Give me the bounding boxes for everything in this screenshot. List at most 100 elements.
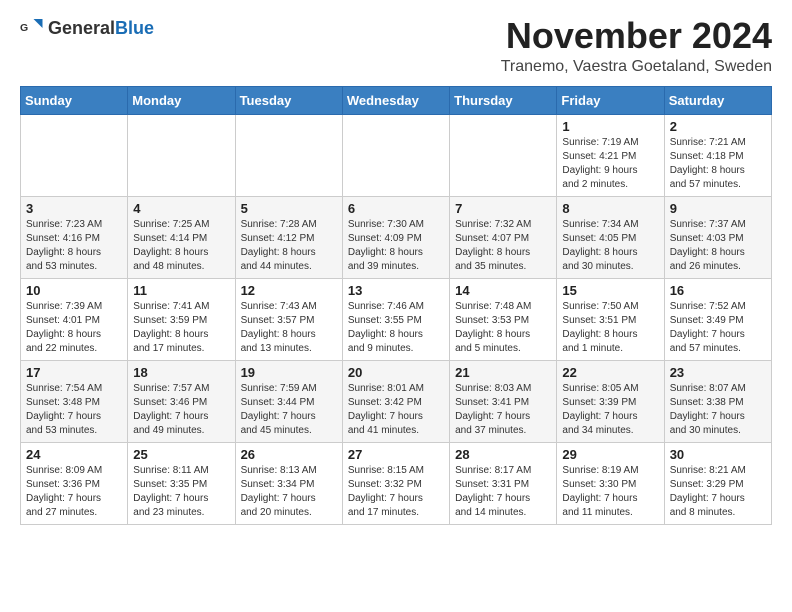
- week-row-4: 17 Sunrise: 7:54 AM Sunset: 3:48 PM Dayli…: [21, 360, 772, 442]
- day-number: 19: [241, 365, 337, 380]
- week-row-3: 10 Sunrise: 7:39 AM Sunset: 4:01 PM Dayli…: [21, 278, 772, 360]
- day-number: 9: [670, 201, 766, 216]
- day-info: Sunrise: 8:13 AM Sunset: 3:34 PM Dayligh…: [241, 464, 337, 520]
- day-cell: 4Sunrise: 7:25 AM Sunset: 4:14 PM Daylig…: [128, 196, 235, 278]
- title-area: November 2024 Tranemo, Vaestra Goetaland…: [501, 16, 772, 76]
- col-thursday: Thursday: [450, 86, 557, 114]
- day-cell: 6Sunrise: 7:30 AM Sunset: 4:09 PM Daylig…: [342, 196, 449, 278]
- day-cell: 1 Sunrise: 7:19 AM Sunset: 4:21 PM Daylig…: [557, 114, 664, 196]
- day-number: 18: [133, 365, 229, 380]
- day-cell: 9 Sunrise: 7:37 AM Sunset: 4:03 PM Daylig…: [664, 196, 771, 278]
- calendar-header: Sunday Monday Tuesday Wednesday Thursday…: [21, 86, 772, 114]
- col-tuesday: Tuesday: [235, 86, 342, 114]
- day-cell: 15 Sunrise: 7:50 AM Sunset: 3:51 PM Dayli…: [557, 278, 664, 360]
- weekday-row: Sunday Monday Tuesday Wednesday Thursday…: [21, 86, 772, 114]
- day-number: 12: [241, 283, 337, 298]
- day-cell: 13 Sunrise: 7:46 AM Sunset: 3:55 PM Dayli…: [342, 278, 449, 360]
- day-cell: 18Sunrise: 7:57 AM Sunset: 3:46 PM Dayli…: [128, 360, 235, 442]
- day-cell: 8Sunrise: 7:34 AM Sunset: 4:05 PM Daylig…: [557, 196, 664, 278]
- week-row-5: 24Sunrise: 8:09 AM Sunset: 3:36 PM Dayli…: [21, 442, 772, 524]
- day-number: 13: [348, 283, 444, 298]
- day-cell: 25 Sunrise: 8:11 AM Sunset: 3:35 PM Dayli…: [128, 442, 235, 524]
- header: G GeneralBlue November 2024 Tranemo, Vae…: [20, 16, 772, 76]
- day-number: 3: [26, 201, 122, 216]
- day-info: Sunrise: 8:19 AM Sunset: 3:30 PM Dayligh…: [562, 464, 658, 520]
- day-info: Sunrise: 8:15 AM Sunset: 3:32 PM Dayligh…: [348, 464, 444, 520]
- day-info: Sunrise: 8:17 AM Sunset: 3:31 PM Dayligh…: [455, 464, 551, 520]
- day-number: 1: [562, 119, 658, 134]
- day-number: 10: [26, 283, 122, 298]
- day-info: Sunrise: 7:39 AM Sunset: 4:01 PM Dayligh…: [26, 300, 122, 356]
- day-number: 21: [455, 365, 551, 380]
- col-monday: Monday: [128, 86, 235, 114]
- day-info: Sunrise: 8:01 AM Sunset: 3:42 PM Dayligh…: [348, 382, 444, 438]
- week-row-2: 3 Sunrise: 7:23 AM Sunset: 4:16 PM Daylig…: [21, 196, 772, 278]
- day-info: Sunrise: 7:30 AM Sunset: 4:09 PM Dayligh…: [348, 218, 444, 274]
- day-info: Sunrise: 7:46 AM Sunset: 3:55 PM Dayligh…: [348, 300, 444, 356]
- day-info: Sunrise: 8:07 AM Sunset: 3:38 PM Dayligh…: [670, 382, 766, 438]
- day-number: 29: [562, 447, 658, 462]
- day-info: Sunrise: 7:25 AM Sunset: 4:14 PM Dayligh…: [133, 218, 229, 274]
- day-info: Sunrise: 7:19 AM Sunset: 4:21 PM Dayligh…: [562, 136, 658, 192]
- day-cell: [342, 114, 449, 196]
- calendar-subtitle: Tranemo, Vaestra Goetaland, Sweden: [501, 58, 772, 76]
- day-number: 23: [670, 365, 766, 380]
- day-cell: 10 Sunrise: 7:39 AM Sunset: 4:01 PM Dayli…: [21, 278, 128, 360]
- day-cell: 24Sunrise: 8:09 AM Sunset: 3:36 PM Dayli…: [21, 442, 128, 524]
- day-number: 30: [670, 447, 766, 462]
- day-info: Sunrise: 7:37 AM Sunset: 4:03 PM Dayligh…: [670, 218, 766, 274]
- day-info: Sunrise: 7:59 AM Sunset: 3:44 PM Dayligh…: [241, 382, 337, 438]
- day-info: Sunrise: 7:34 AM Sunset: 4:05 PM Dayligh…: [562, 218, 658, 274]
- day-number: 27: [348, 447, 444, 462]
- day-cell: [21, 114, 128, 196]
- day-cell: [235, 114, 342, 196]
- day-info: Sunrise: 7:23 AM Sunset: 4:16 PM Dayligh…: [26, 218, 122, 274]
- calendar-title: November 2024: [501, 16, 772, 56]
- day-cell: [128, 114, 235, 196]
- day-info: Sunrise: 8:05 AM Sunset: 3:39 PM Dayligh…: [562, 382, 658, 438]
- day-cell: 30 Sunrise: 8:21 AM Sunset: 3:29 PM Dayli…: [664, 442, 771, 524]
- day-cell: 26 Sunrise: 8:13 AM Sunset: 3:34 PM Dayli…: [235, 442, 342, 524]
- col-saturday: Saturday: [664, 86, 771, 114]
- svg-text:G: G: [20, 22, 28, 34]
- logo-general: General: [48, 18, 115, 38]
- day-info: Sunrise: 7:43 AM Sunset: 3:57 PM Dayligh…: [241, 300, 337, 356]
- day-info: Sunrise: 7:50 AM Sunset: 3:51 PM Dayligh…: [562, 300, 658, 356]
- calendar-body: 1 Sunrise: 7:19 AM Sunset: 4:21 PM Daylig…: [21, 114, 772, 524]
- day-number: 25: [133, 447, 229, 462]
- day-number: 26: [241, 447, 337, 462]
- day-cell: [450, 114, 557, 196]
- day-cell: 5 Sunrise: 7:28 AM Sunset: 4:12 PM Daylig…: [235, 196, 342, 278]
- day-info: Sunrise: 7:41 AM Sunset: 3:59 PM Dayligh…: [133, 300, 229, 356]
- generalblue-logo-icon: G: [20, 16, 44, 40]
- day-info: Sunrise: 7:54 AM Sunset: 3:48 PM Dayligh…: [26, 382, 122, 438]
- day-info: Sunrise: 8:09 AM Sunset: 3:36 PM Dayligh…: [26, 464, 122, 520]
- day-cell: 21Sunrise: 8:03 AM Sunset: 3:41 PM Dayli…: [450, 360, 557, 442]
- logo-text: GeneralBlue: [48, 18, 154, 39]
- day-cell: 16Sunrise: 7:52 AM Sunset: 3:49 PM Dayli…: [664, 278, 771, 360]
- day-info: Sunrise: 7:28 AM Sunset: 4:12 PM Dayligh…: [241, 218, 337, 274]
- day-info: Sunrise: 8:11 AM Sunset: 3:35 PM Dayligh…: [133, 464, 229, 520]
- day-cell: 27 Sunrise: 8:15 AM Sunset: 3:32 PM Dayli…: [342, 442, 449, 524]
- day-number: 11: [133, 283, 229, 298]
- day-number: 2: [670, 119, 766, 134]
- day-cell: 28 Sunrise: 8:17 AM Sunset: 3:31 PM Dayli…: [450, 442, 557, 524]
- day-number: 17: [26, 365, 122, 380]
- day-cell: 22 Sunrise: 8:05 AM Sunset: 3:39 PM Dayli…: [557, 360, 664, 442]
- day-number: 22: [562, 365, 658, 380]
- day-cell: 12 Sunrise: 7:43 AM Sunset: 3:57 PM Dayli…: [235, 278, 342, 360]
- day-cell: 2 Sunrise: 7:21 AM Sunset: 4:18 PM Daylig…: [664, 114, 771, 196]
- day-cell: 3 Sunrise: 7:23 AM Sunset: 4:16 PM Daylig…: [21, 196, 128, 278]
- day-info: Sunrise: 7:52 AM Sunset: 3:49 PM Dayligh…: [670, 300, 766, 356]
- day-cell: 7Sunrise: 7:32 AM Sunset: 4:07 PM Daylig…: [450, 196, 557, 278]
- day-number: 28: [455, 447, 551, 462]
- day-cell: 14Sunrise: 7:48 AM Sunset: 3:53 PM Dayli…: [450, 278, 557, 360]
- logo: G GeneralBlue: [20, 16, 154, 40]
- day-number: 7: [455, 201, 551, 216]
- day-info: Sunrise: 7:21 AM Sunset: 4:18 PM Dayligh…: [670, 136, 766, 192]
- day-number: 15: [562, 283, 658, 298]
- day-info: Sunrise: 8:21 AM Sunset: 3:29 PM Dayligh…: [670, 464, 766, 520]
- day-number: 5: [241, 201, 337, 216]
- col-wednesday: Wednesday: [342, 86, 449, 114]
- calendar-table: Sunday Monday Tuesday Wednesday Thursday…: [20, 86, 772, 525]
